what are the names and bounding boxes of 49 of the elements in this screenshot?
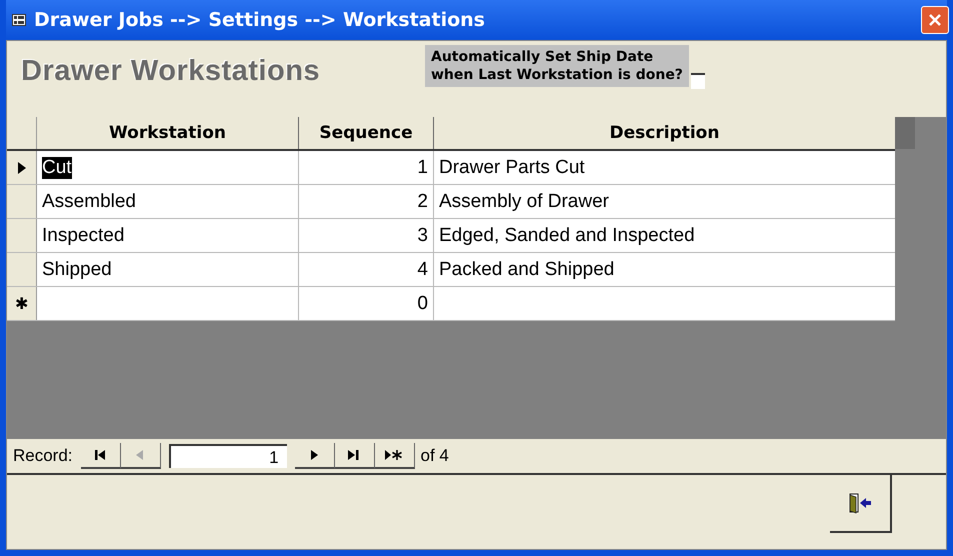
column-header[interactable]: Description [434, 117, 895, 149]
table-cell[interactable]: 3 [299, 219, 434, 252]
close-button[interactable] [921, 6, 949, 34]
form-title: Drawer Workstations [21, 55, 322, 88]
new-record-marker: ✱ [15, 294, 28, 314]
column-header[interactable]: Sequence [299, 117, 434, 149]
record-count: of 4 [420, 446, 449, 466]
cell-text: Assembled [42, 190, 136, 212]
ship-date-label: Automatically Set Ship Date when Last Workstation is done? [425, 45, 689, 87]
last-record-button[interactable] [334, 443, 375, 469]
close-icon [928, 13, 942, 27]
cell-text: 4 [417, 258, 428, 280]
record-number-field[interactable]: 1 [168, 444, 287, 468]
table-cell[interactable]: 0 [299, 287, 434, 320]
table-cell[interactable]: Assembly of Drawer [434, 185, 895, 218]
cell-text: 2 [417, 190, 428, 212]
current-record-icon [17, 162, 26, 174]
row-selector[interactable]: ✱ [7, 287, 37, 320]
close-form-button[interactable] [830, 475, 892, 533]
table-cell[interactable]: 2 [299, 185, 434, 218]
table-cell[interactable]: Cut [37, 151, 299, 184]
column-header[interactable]: Workstation [37, 117, 299, 149]
table-cell[interactable]: 1 [299, 151, 434, 184]
cell-text: Edged, Sanded and Inspected [439, 224, 695, 246]
cell-text: Packed and Shipped [439, 258, 614, 280]
door-icon [847, 492, 873, 514]
cell-text: Assembly of Drawer [439, 190, 609, 212]
cell-text: Shipped [42, 258, 112, 280]
cell-text: Inspected [42, 224, 124, 246]
row-selector[interactable] [7, 151, 37, 184]
table-cell[interactable]: Packed and Shipped [434, 253, 895, 286]
cell-text: Drawer Parts Cut [439, 156, 585, 178]
table-cell[interactable]: Drawer Parts Cut [434, 151, 895, 184]
window-title: Drawer Jobs --> Settings --> Workstations [34, 9, 485, 31]
ship-date-checkbox[interactable] [690, 73, 705, 89]
cell-text: 1 [417, 156, 428, 178]
record-label: Record: [13, 446, 73, 466]
table-cell[interactable]: Assembled [37, 185, 299, 218]
cell-text: 3 [417, 224, 428, 246]
new-record-button[interactable] [374, 443, 415, 469]
table-cell[interactable]: Inspected [37, 219, 299, 252]
cell-text: Cut [42, 156, 72, 178]
form-icon [12, 14, 26, 26]
new-record-icon [384, 449, 404, 461]
table-cell[interactable]: Shipped [37, 253, 299, 286]
table-cell[interactable]: 4 [299, 253, 434, 286]
cell-text: 0 [417, 292, 428, 314]
scrollbar-stub [895, 117, 915, 149]
table-cell[interactable]: Edged, Sanded and Inspected [434, 219, 895, 252]
